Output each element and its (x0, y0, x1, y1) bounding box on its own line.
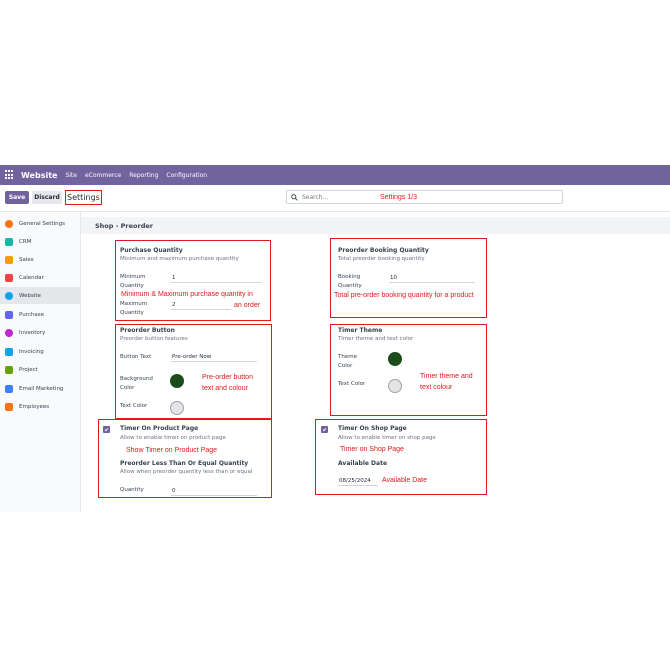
invoice-icon (5, 347, 13, 356)
calendar-icon (5, 273, 13, 282)
timer-product-checkbox[interactable] (103, 426, 110, 433)
breadcrumb: Settings (65, 190, 102, 205)
button-text-color-swatch[interactable] (170, 401, 184, 415)
search-box[interactable]: Settings 1/3 (286, 190, 563, 204)
booking-quantity-desc: Total preorder booking quantity (338, 256, 425, 262)
available-date-annotation: Available Date (382, 477, 428, 484)
search-input[interactable] (302, 193, 372, 201)
minimum-quantity-input[interactable]: 1 (171, 273, 261, 283)
gear-icon (5, 219, 13, 228)
button-text-color-label: Text Color (120, 403, 148, 409)
check-icon (5, 365, 13, 374)
sidebar-item-purchase[interactable]: Purchase (0, 306, 81, 323)
available-date-title: Available Date (338, 460, 388, 467)
minimum-quantity-label: Minimum Quantity (120, 274, 146, 289)
app-brand[interactable]: Website (21, 171, 57, 180)
preorder-button-annotation-line2: text and colour (202, 385, 248, 392)
maximum-quantity-label: Maximum Quantity (120, 301, 148, 316)
checkmark-icon (322, 427, 327, 432)
purchase-quantity-title: Purchase Quantity (120, 247, 183, 254)
background-color-swatch[interactable] (170, 374, 184, 388)
sidebar-item-employees[interactable]: Employees (0, 398, 81, 415)
booking-quantity-title: Preorder Booking Quantity (338, 247, 429, 254)
search-icon (291, 193, 298, 201)
booking-quantity-input[interactable]: 10 (389, 273, 475, 283)
settings-page-annotation: Settings 1/3 (380, 193, 417, 201)
sidebar-item-website[interactable]: Website (0, 287, 81, 304)
maximum-quantity-input[interactable]: 2 (171, 300, 231, 310)
sidebar-item-project[interactable]: Project (0, 361, 81, 378)
timer-theme-title: Timer Theme (338, 327, 383, 334)
preorder-button-desc: Preorder button features (120, 336, 188, 342)
theme-color-label: Theme Color (338, 354, 357, 369)
quantity-label: Quantity (120, 487, 144, 493)
timer-theme-desc: Timer theme and text color (338, 336, 414, 342)
purchase-quantity-annotation-line2: an order (234, 302, 261, 309)
theme-color-swatch[interactable] (388, 352, 402, 366)
sidebar-item-crm[interactable]: CRM (0, 233, 81, 250)
timer-product-desc: Allow to enable timer on product page (120, 435, 226, 441)
preorder-less-equal-title: Preorder Less Than Or Equal Quantity (120, 460, 249, 467)
timer-text-color-label: Text Color (338, 381, 366, 387)
purchase-icon (5, 310, 13, 319)
button-text-input[interactable]: Pre-order Now (171, 352, 257, 362)
nav-reporting[interactable]: Reporting (129, 172, 158, 179)
sidebar-item-invoicing[interactable]: Invoicing (0, 343, 81, 360)
timer-shop-checkbox[interactable] (321, 426, 328, 433)
employees-icon (5, 402, 13, 411)
sidebar-item-sales[interactable]: Sales (0, 251, 81, 268)
quantity-input[interactable]: 0 (171, 486, 257, 496)
sidebar-item-inventory[interactable]: Inventory (0, 324, 81, 341)
nav-ecommerce[interactable]: eCommerce (85, 172, 121, 179)
booking-quantity-annotation: Total pre-order booking quantity for a p… (334, 292, 474, 299)
timer-shop-annotation: Timer on Shop Page (340, 446, 404, 453)
timer-theme-annotation-line2: text colour (420, 384, 453, 391)
sales-icon (5, 255, 13, 264)
nav-site[interactable]: Site (65, 172, 77, 179)
timer-theme-annotation-line1: Timer theme and (420, 373, 473, 380)
checkmark-icon (104, 427, 109, 432)
timer-product-title: Timer On Product Page (120, 425, 199, 432)
top-navbar: Website Site eCommerce Reporting Configu… (0, 165, 670, 185)
available-date-input[interactable]: 08/25/2024 (338, 476, 378, 486)
booking-quantity-label: Booking Quantity (338, 274, 362, 289)
sidebar-item-calendar[interactable]: Calendar (0, 269, 81, 286)
preorder-button-annotation-line1: Pre-order button (202, 374, 253, 381)
timer-text-color-swatch[interactable] (388, 379, 402, 393)
timer-shop-desc: Allow to enable timer on shop page (338, 435, 436, 441)
timer-product-annotation: Show Timer on Product Page (126, 447, 218, 454)
settings-sidebar: General Settings CRM Sales Calendar Webs… (0, 212, 81, 512)
timer-shop-title: Timer On Shop Page (338, 425, 407, 432)
background-color-label: Background Color (120, 376, 153, 391)
purchase-quantity-desc: Minimum and maximum purchase quantity (120, 256, 239, 262)
email-icon (5, 384, 13, 393)
nav-configuration[interactable]: Configuration (166, 172, 207, 179)
section-title: Shop - Preorder (81, 217, 670, 234)
apps-menu-icon[interactable] (5, 170, 15, 180)
purchase-quantity-annotation-line1: Minimum & Maximum purchase quantity in (121, 291, 253, 298)
preorder-button-title: Preorder Button (120, 327, 175, 334)
sidebar-item-general-settings[interactable]: General Settings (0, 215, 81, 232)
crm-icon (5, 237, 13, 246)
discard-button[interactable]: Discard (32, 191, 62, 204)
globe-icon (5, 291, 13, 300)
inventory-icon (5, 328, 13, 337)
button-text-label: Button Text (120, 354, 152, 360)
save-button[interactable]: Save (5, 191, 29, 204)
preorder-less-equal-desc: Allow when preorder quantity less than o… (120, 469, 253, 475)
control-panel: Save Discard Settings Settings 1/3 (0, 185, 670, 212)
sidebar-item-email-marketing[interactable]: Email Marketing (0, 380, 81, 397)
